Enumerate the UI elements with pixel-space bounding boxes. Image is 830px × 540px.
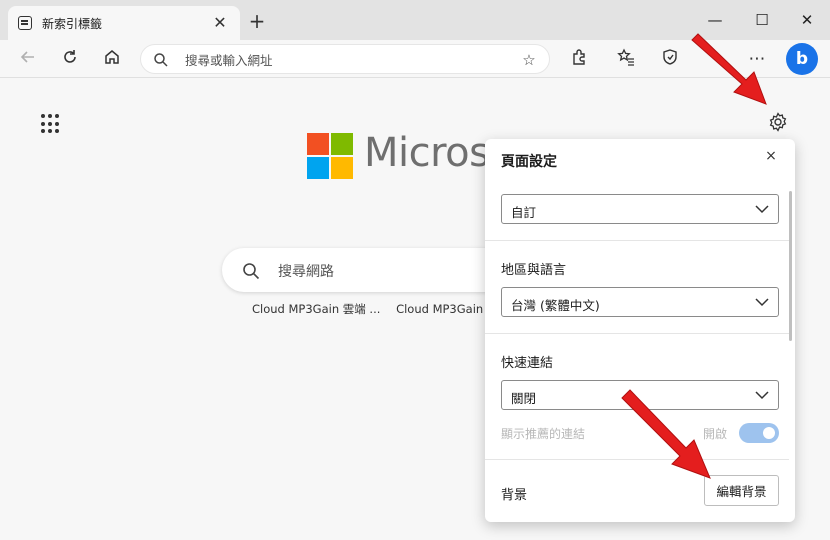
active-tab[interactable]: 新索引標籤 ✕ [8, 6, 240, 40]
extensions-icon[interactable] [567, 48, 591, 70]
layout-value: 自訂 [511, 205, 537, 220]
search-icon [243, 263, 260, 280]
quick-link[interactable]: Cloud MP3Gain [396, 302, 483, 316]
search-icon [154, 53, 168, 67]
address-input[interactable] [185, 50, 505, 70]
panel-close-button[interactable]: × [761, 148, 781, 164]
favorites-icon[interactable] [614, 48, 638, 70]
maximize-button[interactable]: ☐ [747, 8, 777, 32]
app-launcher-icon[interactable] [41, 114, 61, 134]
panel-title: 頁面設定 [501, 154, 557, 170]
home-icon[interactable] [100, 48, 124, 70]
add-favorite-icon[interactable]: ☆ [519, 50, 539, 70]
tab-close-button[interactable]: ✕ [210, 13, 230, 33]
region-select[interactable]: 台灣 (繁體中文) [501, 287, 779, 317]
newtab-page-icon [18, 16, 32, 30]
layout-select[interactable]: 自訂 [501, 194, 779, 224]
chevron-down-icon [755, 391, 769, 400]
minimize-button[interactable]: — [700, 8, 730, 32]
browser-essentials-icon[interactable] [658, 48, 682, 70]
search-placeholder: 搜尋網路 [278, 264, 334, 280]
web-search-box[interactable]: 搜尋網路 [222, 248, 522, 292]
refresh-icon[interactable] [58, 48, 82, 70]
divider [485, 333, 789, 334]
tab-title: 新索引標籤 [42, 16, 103, 31]
chevron-down-icon [755, 205, 769, 214]
region-value: 台灣 (繁體中文) [511, 298, 600, 313]
suggested-links-label: 顯示推薦的連結 [501, 427, 586, 441]
region-label: 地區與語言 [501, 263, 567, 278]
window-close-button[interactable]: ✕ [792, 8, 822, 32]
new-tab-button[interactable]: + [246, 10, 268, 32]
annotation-arrow-icon [621, 389, 711, 479]
address-bar[interactable]: ☆ [140, 44, 550, 74]
chevron-down-icon [755, 298, 769, 307]
bing-copilot-icon[interactable]: b [786, 43, 818, 75]
annotation-arrow-icon [691, 33, 767, 105]
back-icon[interactable] [16, 48, 40, 70]
suggested-links-toggle[interactable] [739, 423, 779, 443]
page-settings-gear-icon[interactable] [768, 112, 788, 132]
quicklinks-value: 關閉 [511, 391, 537, 406]
panel-scrollbar[interactable] [789, 191, 792, 341]
microsoft-logo [307, 133, 353, 179]
divider [485, 240, 789, 241]
quicklinks-label: 快速連結 [501, 356, 554, 371]
background-label: 背景 [501, 488, 528, 503]
quick-link[interactable]: Cloud MP3Gain 雲端 ... [252, 302, 380, 316]
